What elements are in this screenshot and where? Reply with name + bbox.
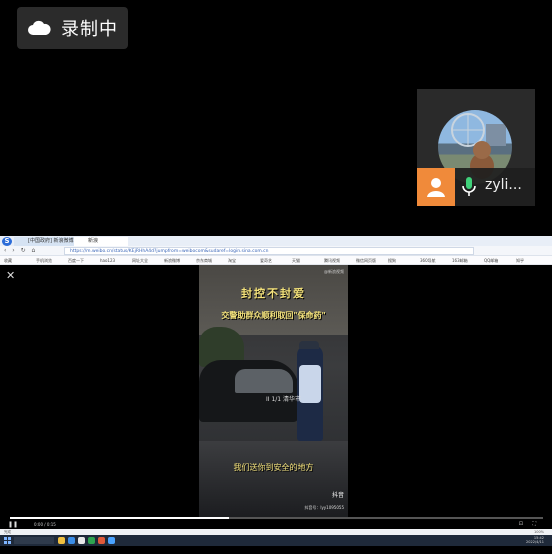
bookmark-item[interactable]: 收藏 — [4, 257, 12, 264]
bookmark-item[interactable]: 天猫 — [292, 257, 300, 264]
status-zoom: 100% — [533, 530, 544, 534]
taskbar-clock: 15:42 2022/4/11 — [526, 536, 544, 544]
progress-bar[interactable] — [10, 517, 543, 519]
app-icon[interactable] — [88, 537, 95, 544]
app-icon[interactable] — [78, 537, 85, 544]
bookmark-item[interactable]: 腾讯视频 — [324, 257, 340, 264]
video-frame[interactable]: @新浪视频 封控不封爱 交警助群众顺利取回"保命药" II 1/1 清华市 我们… — [199, 265, 348, 517]
browser-tabbar: S [中国政府] 新浪微博... 新浪 — [0, 236, 552, 246]
microphone-icon[interactable] — [461, 176, 477, 198]
video-controls: ❚❚ 0:00 / 0:15 ⊡ ⛶ — [0, 517, 552, 529]
folder-icon[interactable] — [58, 537, 65, 544]
meeting-window: 录制中 zyli... S [中国政府] 新浪微博... 新浪 ‹ › ↻ ⌂ … — [0, 0, 552, 554]
taskbar: 15:42 2022/4/11 — [0, 535, 552, 546]
video-title: 封控不封爱 — [241, 287, 306, 300]
browser-tab[interactable]: 新浪 — [74, 237, 128, 246]
recording-label: 录制中 — [61, 19, 118, 40]
image-viewer: ✕ @新浪视频 封控不封爱 交警助群众顺利取回"保命药" II 1/1 清华市 … — [0, 265, 552, 517]
clock-date: 2022/4/11 — [526, 540, 544, 544]
app-icon[interactable] — [108, 537, 115, 544]
browser-logo-icon: S — [2, 237, 12, 246]
bookmark-item[interactable]: 网址大全 — [132, 257, 148, 264]
bookmarks-bar: 收藏 手机浏览 百度一下 hao123 网址大全 新浪微博 京东商城 淘宝 爱奇艺 天猫 腾讯视频 微… — [0, 256, 552, 265]
video-watermark: @新浪视频 — [324, 269, 344, 274]
participant-name: zyli... — [485, 177, 522, 193]
bookmark-item[interactable]: 知乎 — [516, 257, 524, 264]
bookmark-item[interactable]: 淘宝 — [228, 257, 236, 264]
bookmark-item[interactable]: 手机浏览 — [36, 257, 52, 264]
video-car-window — [235, 369, 293, 393]
fullscreen-icon[interactable]: ⊡ ⛶ — [519, 521, 540, 527]
video-caption: 我们送你到安全的地方 — [233, 463, 314, 472]
nav-buttons-icon[interactable]: ‹ › ↻ ⌂ — [4, 247, 37, 254]
video-officer-cap — [299, 341, 319, 349]
bookmark-item[interactable]: 360导航 — [420, 257, 436, 264]
recording-badge[interactable]: 录制中 — [17, 7, 128, 49]
bookmark-item[interactable]: 163邮箱 — [452, 257, 468, 264]
bookmark-item[interactable]: 爱奇艺 — [260, 257, 272, 264]
video-status: II 1/1 清华市 — [266, 396, 302, 403]
taskbar-search[interactable] — [14, 537, 54, 544]
participant-bar: zyli... — [417, 168, 535, 206]
browser-address-bar: ‹ › ↻ ⌂ https://m.weibo.cn/status/KEjRHh… — [0, 246, 552, 256]
bookmark-item[interactable]: hao123 — [100, 257, 115, 264]
close-icon[interactable]: ✕ — [6, 270, 15, 281]
video-officer-shirt — [299, 365, 321, 403]
video-time: 0:00 / 0:15 — [34, 522, 56, 527]
windows-start-icon[interactable] — [4, 537, 11, 544]
user-icon — [417, 168, 455, 206]
browser-tab[interactable]: [中国政府] 新浪微博... — [14, 237, 78, 246]
bookmark-item[interactable]: 微信网页版 — [356, 257, 376, 264]
bookmark-item[interactable]: 百度一下 — [68, 257, 84, 264]
pause-icon[interactable]: ❚❚ — [8, 521, 18, 528]
bookmark-item[interactable]: 京东商城 — [196, 257, 212, 264]
participant-tile[interactable]: zyli... — [417, 89, 535, 206]
browser-icon[interactable] — [68, 537, 75, 544]
url-input[interactable]: https://m.weibo.cn/status/KEjRHhA4d?jump… — [64, 247, 474, 255]
video-subtitle: 交警助群众顺利取回"保命药" — [221, 311, 326, 320]
progress-fill — [10, 517, 229, 519]
cloud-icon — [28, 20, 51, 35]
bookmark-item[interactable]: 搜狗 — [388, 257, 396, 264]
platform-logo: 抖音 — [331, 492, 344, 499]
shared-screen: S [中国政府] 新浪微博... 新浪 ‹ › ↻ ⌂ https://m.we… — [0, 236, 552, 546]
app-icon[interactable] — [98, 537, 105, 544]
bookmark-item[interactable]: QQ邮箱 — [484, 257, 498, 264]
video-user-id: 抖音号：lyy1095055 — [304, 505, 344, 510]
bookmark-item[interactable]: 新浪微博 — [164, 257, 180, 264]
